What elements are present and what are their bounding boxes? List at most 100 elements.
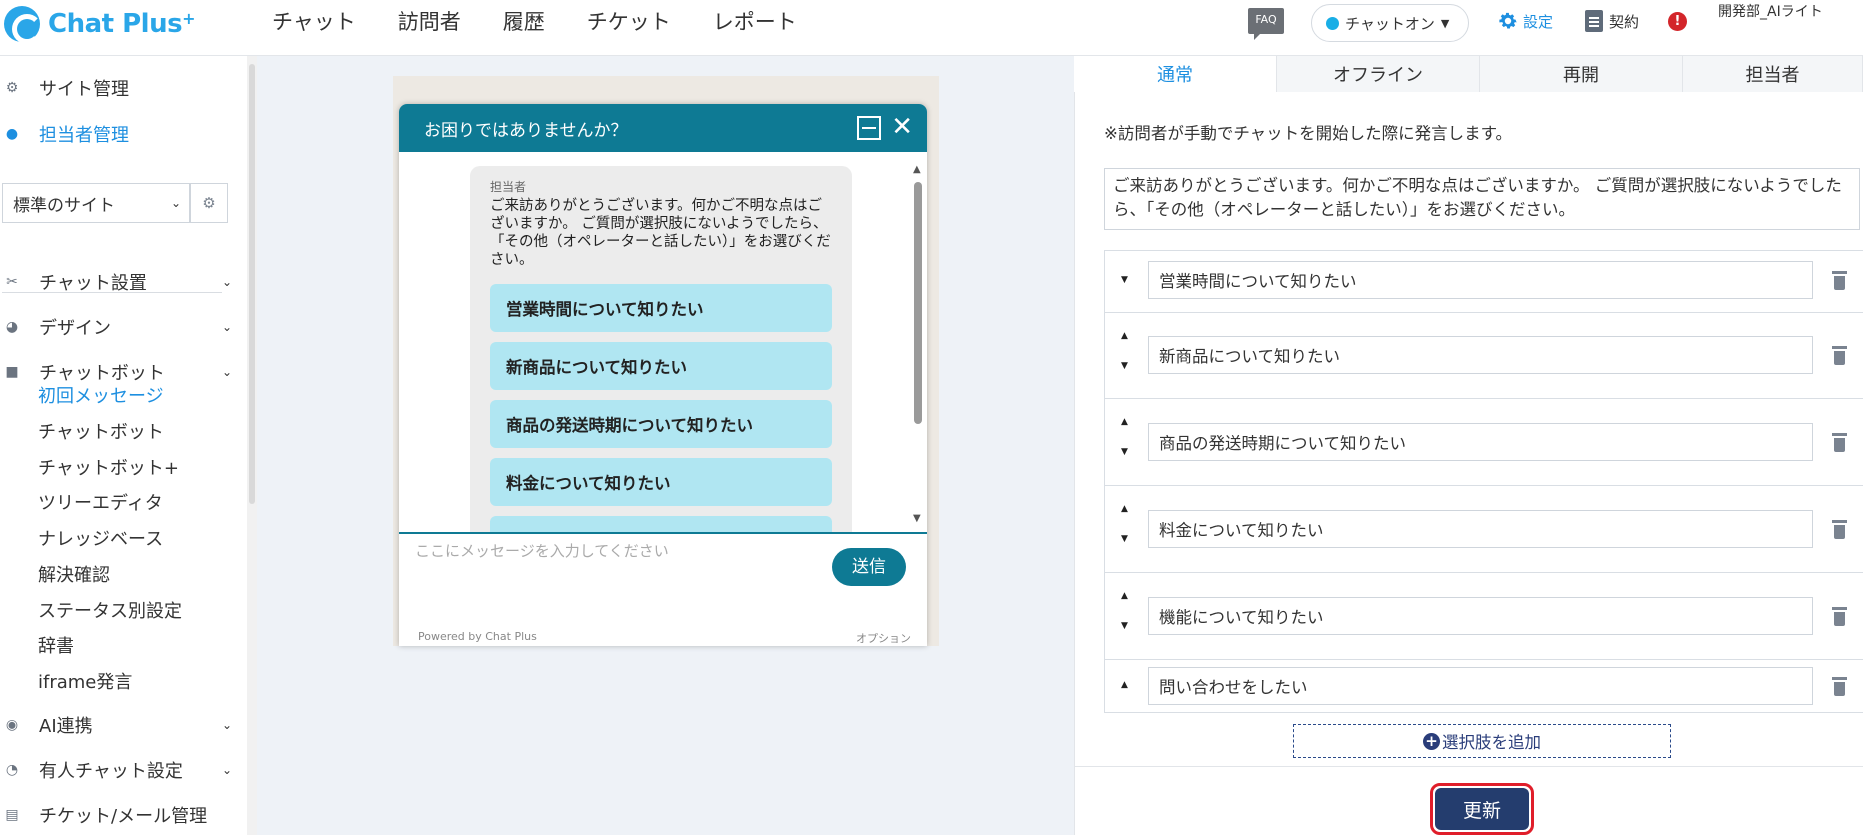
gear-icon: ⚙ (202, 194, 216, 212)
logo[interactable]: Chat Plus+ (4, 6, 195, 44)
choice-input[interactable]: 問い合わせをしたい (1148, 667, 1813, 705)
send-button[interactable]: 送信 (832, 548, 906, 586)
trash-icon[interactable] (1832, 607, 1847, 626)
ai-icon: ◉ (5, 717, 19, 733)
widget-option[interactable]: 営業時間について知りたい (490, 284, 832, 332)
choice-row: ▲ ▼ 商品の発送時期について知りたい (1105, 399, 1863, 486)
tab-normal[interactable]: 通常 (1074, 56, 1277, 92)
choice-row: ▲ ▼ 機能について知りたい (1105, 573, 1863, 660)
sidebar-item-label: チャット設置 (39, 273, 147, 294)
move-up-icon[interactable]: ▲ (1121, 417, 1128, 427)
sidebar-sub-status-settings[interactable]: ステータス別設定 (38, 597, 182, 623)
nav-tickets[interactable]: チケット (587, 6, 671, 36)
logo-text: Chat Plus+ (48, 9, 195, 39)
contract-label: 契約 (1609, 12, 1640, 31)
trash-icon[interactable] (1832, 677, 1847, 696)
move-up-icon[interactable]: ▲ (1121, 504, 1128, 514)
nav-visitors[interactable]: 訪問者 (398, 6, 461, 36)
choice-input[interactable]: 営業時間について知りたい (1148, 261, 1813, 299)
update-button[interactable]: 更新 (1435, 788, 1529, 830)
move-down-icon[interactable]: ▼ (1121, 534, 1128, 544)
sidebar-item-design[interactable]: ◕ デザイン ⌄ (0, 307, 240, 347)
nav-history[interactable]: 履歴 (503, 6, 545, 36)
chevron-down-icon: ⌄ (221, 365, 232, 379)
contract-link[interactable]: 契約 (1585, 10, 1639, 32)
sidebar-item-label: デザイン (39, 318, 111, 339)
powered-by: Powered by Chat Plus (418, 630, 537, 643)
gear-small-icon: ⚙ (5, 80, 19, 96)
widget-option[interactable] (490, 516, 832, 532)
operator-icon: ◔ (5, 762, 19, 778)
widget-option[interactable]: 新商品について知りたい (490, 342, 832, 390)
sidebar-sub-chatbot[interactable]: チャットボット (38, 418, 164, 444)
sidebar-sub-first-message[interactable]: 初回メッセージ (38, 382, 164, 408)
users-icon: ● (5, 126, 19, 142)
sidebar-item-site-management[interactable]: ⚙ サイト管理 (0, 68, 240, 108)
chat-status-toggle[interactable]: チャットオン ▼ (1311, 4, 1469, 42)
widget-option[interactable]: 料金について知りたい (490, 458, 832, 506)
main-nav: チャット 訪問者 履歴 チケット レポート (272, 0, 839, 42)
choice-row: ▼ 営業時間について知りたい (1105, 251, 1863, 313)
sidebar-item-chat-install[interactable]: ✂ チャット設置 ⌄ (0, 262, 240, 302)
sidebar-item-operator-chat[interactable]: ◔ 有人チャット設定 ⌄ (0, 750, 240, 790)
nav-reports[interactable]: レポート (713, 6, 797, 36)
widget-message-input[interactable]: ここにメッセージを入力してください (415, 540, 669, 561)
choice-input[interactable]: 新商品について知りたい (1148, 336, 1813, 374)
widget-title: お困りではありませんか？ (424, 120, 628, 141)
sidebar-sub-iframe[interactable]: iframe発言 (38, 668, 132, 694)
faq-icon[interactable]: FAQ (1248, 8, 1284, 40)
trash-icon[interactable] (1832, 346, 1847, 365)
move-down-icon[interactable]: ▼ (1121, 447, 1128, 457)
choice-row: ▲ 問い合わせをしたい (1105, 660, 1863, 713)
move-down-icon[interactable]: ▼ (1121, 361, 1128, 371)
add-choice-button[interactable]: + 選択肢を追加 (1293, 724, 1671, 758)
nav-chat[interactable]: チャット (272, 6, 356, 36)
sidebar-sub-dictionary[interactable]: 辞書 (38, 632, 74, 658)
sidebar-sub-knowledge-base[interactable]: ナレッジベース (38, 525, 163, 551)
alert-icon[interactable]: ! (1668, 12, 1687, 31)
scroll-thumb[interactable] (249, 64, 255, 504)
sidebar-item-ticket-mail[interactable]: ▤ チケット/メール管理 (0, 795, 240, 835)
close-icon[interactable]: ✕ (891, 112, 913, 142)
choice-input[interactable]: 料金について知りたい (1148, 510, 1813, 548)
tab-resume[interactable]: 再開 (1480, 56, 1683, 92)
sidebar-scrollbar[interactable] (247, 56, 257, 835)
sidebar-sub-resolution-check[interactable]: 解決確認 (38, 561, 110, 587)
move-up-icon[interactable]: ▲ (1121, 331, 1128, 341)
choice-input[interactable]: 商品の発送時期について知りたい (1148, 423, 1813, 461)
scroll-up-icon[interactable]: ▲ (913, 164, 921, 175)
sidebar-sub-chatbot-plus[interactable]: チャットボット+ (38, 454, 179, 480)
trash-icon[interactable] (1832, 271, 1847, 290)
first-message-textarea[interactable]: ご来訪ありがとうございます。何かご不明な点はございますか。 ご質問が選択肢にない… (1104, 168, 1860, 230)
scroll-thumb[interactable] (914, 182, 922, 424)
tab-offline[interactable]: オフライン (1277, 56, 1480, 92)
widget-header: お困りではありませんか？ ✕ (399, 104, 927, 152)
chevron-down-icon: ▼ (1440, 16, 1450, 30)
sidebar-item-operator-management[interactable]: ● 担当者管理 (0, 114, 240, 154)
chevron-down-icon: ⌄ (221, 718, 232, 732)
settings-label: 設定 (1523, 12, 1554, 31)
settings-link[interactable]: 設定 (1497, 10, 1553, 32)
move-up-icon[interactable]: ▲ (1121, 680, 1128, 690)
widget-scrollbar[interactable]: ▲ ▼ (913, 164, 923, 524)
site-settings-button[interactable]: ⚙ (190, 183, 228, 223)
user-menu[interactable]: 開発部_AIライト (1718, 2, 1858, 22)
trash-icon[interactable] (1832, 520, 1847, 539)
move-up-icon[interactable]: ▲ (1121, 591, 1128, 601)
scroll-down-icon[interactable]: ▼ (913, 513, 921, 524)
site-select[interactable]: 標準のサイト ⌄ (2, 183, 190, 223)
choice-input[interactable]: 機能について知りたい (1148, 597, 1813, 635)
chat-icon: ■ (5, 364, 19, 380)
widget-option[interactable]: 商品の発送時期について知りたい (490, 400, 832, 448)
sidebar-item-ai[interactable]: ◉ AI連携 ⌄ (0, 705, 240, 745)
choice-row: ▲ ▼ 料金について知りたい (1105, 486, 1863, 573)
move-down-icon[interactable]: ▼ (1121, 621, 1128, 631)
message-tabs: 通常 オフライン 再開 担当者 (1074, 56, 1863, 92)
minimize-icon[interactable] (857, 116, 881, 140)
move-down-icon[interactable]: ▼ (1121, 275, 1128, 285)
trash-icon[interactable] (1832, 433, 1847, 452)
option-link[interactable]: オプション (856, 630, 911, 646)
chevron-down-icon: ⌄ (170, 196, 181, 210)
tab-operator[interactable]: 担当者 (1683, 56, 1863, 92)
sidebar-sub-tree-editor[interactable]: ツリーエディタ (38, 489, 163, 515)
